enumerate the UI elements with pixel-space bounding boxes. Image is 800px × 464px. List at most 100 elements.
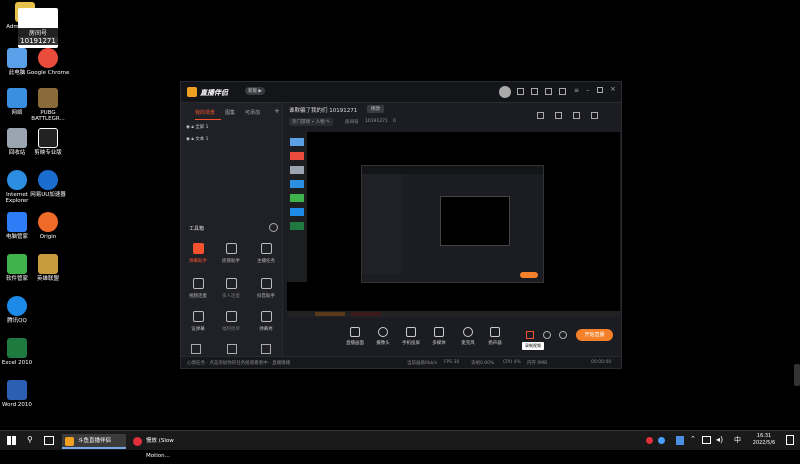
minimize-icon[interactable]: – xyxy=(586,86,590,94)
lock-icon[interactable]: 🔒︎ xyxy=(191,137,193,142)
phone-cast-button[interactable]: 手机投屏 xyxy=(398,327,424,346)
input-language[interactable]: 中 xyxy=(734,435,741,445)
tool-multi-link[interactable]: 多人连麦 xyxy=(220,278,242,299)
tool-partial-icon[interactable] xyxy=(261,344,271,354)
eye-icon[interactable]: ◉ xyxy=(186,137,190,142)
desktop-icon-label: PUBG BATTLEGR... xyxy=(31,110,65,122)
box-icon[interactable] xyxy=(537,112,544,119)
status-dropped: 丢帧0.00% xyxy=(471,361,495,366)
speaker-button[interactable]: 扬声器 xyxy=(482,327,508,346)
taskbar-item-slowmotion[interactable]: 慢放 (Slow Motion... xyxy=(130,434,194,459)
multi-link-icon xyxy=(225,278,237,289)
volume-icon[interactable]: ◂) xyxy=(716,435,723,444)
desktop-icon-label: 英雄联盟 xyxy=(36,276,59,282)
set-danmaku-icon xyxy=(192,311,204,322)
tool-set-danmaku[interactable]: 设弹幕 xyxy=(187,311,209,332)
share-icon[interactable] xyxy=(555,112,562,119)
microphone-button[interactable]: 麦克风 xyxy=(455,327,481,346)
lock-icon[interactable]: 🔒︎ xyxy=(191,125,193,130)
tool-label: 弹幕助手 xyxy=(189,259,207,264)
eye-icon[interactable]: ◉ xyxy=(186,125,190,130)
desktop-icon-origin[interactable]: Origin xyxy=(25,212,71,240)
status-tip: 心情任务 · 点击添加你的任务给观看者中 · 直播情绪 xyxy=(187,361,291,366)
desktop-icon-label: 网络 xyxy=(11,110,23,116)
scene-item[interactable]: ◉ 🔒︎ 文本 1 xyxy=(186,136,209,142)
bell-icon[interactable] xyxy=(573,112,580,119)
start-stream-button[interactable]: 开始直播 xyxy=(576,329,613,341)
app-logo-icon xyxy=(65,437,74,446)
desktop-icon-chrome[interactable]: Google Chrome xyxy=(25,48,71,76)
tray-app-icon[interactable] xyxy=(658,437,665,444)
nested-preview-window xyxy=(361,165,544,283)
settings-icon[interactable] xyxy=(591,112,598,119)
tray-app-icon[interactable] xyxy=(646,437,653,444)
tab-addable[interactable]: 可添加 xyxy=(245,109,260,116)
tool-welfare[interactable]: 福利抢单 xyxy=(220,311,242,332)
tool-douyin[interactable]: 抖音助手 xyxy=(255,278,277,299)
desktop-icon-excel[interactable]: Excel 2010 xyxy=(0,338,40,366)
computer-icon xyxy=(7,48,27,68)
gear-icon[interactable] xyxy=(559,331,567,339)
avatar[interactable] xyxy=(499,86,511,98)
network-icon[interactable] xyxy=(702,436,711,444)
shield-icon[interactable] xyxy=(676,436,684,445)
taskbar-item-streaming[interactable]: 斗鱼直播伴侣 xyxy=(62,434,126,449)
desktop-icon-uu[interactable]: 网易UU加速器 xyxy=(25,170,71,198)
desktop-icon-label: 腾讯QQ xyxy=(7,318,27,324)
message-icon[interactable] xyxy=(517,88,524,95)
tab-scenes[interactable]: 我的场景 xyxy=(195,109,215,116)
close-icon[interactable]: × xyxy=(610,85,616,93)
notification-icon[interactable] xyxy=(545,88,552,95)
bottom-tool-label: 手机投屏 xyxy=(402,341,420,346)
stream-preview[interactable] xyxy=(287,132,620,317)
task-view-icon[interactable] xyxy=(44,436,54,445)
record-video-icon[interactable] xyxy=(526,331,534,339)
tool-partial-icon[interactable] xyxy=(191,344,201,354)
eye-preview-icon[interactable] xyxy=(543,331,551,339)
microphone-icon xyxy=(463,327,473,337)
windows-start-icon[interactable] xyxy=(7,436,16,445)
version-badge[interactable]: 新版 ▶ xyxy=(245,87,265,95)
camera-icon xyxy=(378,327,388,337)
side-handle[interactable] xyxy=(794,364,800,386)
desktop-icon-label: Excel 2010 xyxy=(1,360,33,366)
desktop-icon-capcut[interactable]: 剪映专业版 xyxy=(25,128,71,156)
menu-icon[interactable]: ≡ xyxy=(574,87,579,94)
tab-gallery[interactable]: 图集 xyxy=(225,109,235,116)
tool-danmaku[interactable]: 弹幕助手 xyxy=(187,243,209,264)
chevron-up-icon[interactable]: ⌃ xyxy=(690,435,696,443)
app-logo-icon xyxy=(187,87,197,97)
category-tag[interactable]: 热门游戏 ∙ 人物 ✎ xyxy=(289,118,333,126)
scene-item[interactable]: ◉ 🔒︎ 全屏 1 xyxy=(186,124,209,130)
desktop-icon-lol[interactable]: 英雄联盟 xyxy=(25,254,71,282)
media-button[interactable]: 多媒体 xyxy=(426,327,452,346)
maximize-icon[interactable] xyxy=(597,87,603,93)
gift-icon[interactable] xyxy=(531,88,538,95)
monitor-icon xyxy=(350,327,360,337)
edit-button[interactable]: 修改 xyxy=(367,105,384,113)
tool-tasks[interactable]: 主播任务 xyxy=(255,243,277,264)
excel-icon xyxy=(7,338,27,358)
tool-room-manager[interactable]: 房管助手 xyxy=(220,243,242,264)
tool-partial-icon[interactable] xyxy=(227,344,237,354)
tool-danmaku-show[interactable]: 弹幕秀 xyxy=(255,311,277,332)
clock[interactable]: 16:31 2022/5/6 xyxy=(748,433,780,447)
scene-label: 文本 1 xyxy=(195,137,209,142)
app-titlebar: 直播伴侣 新版 ▶ ≡ – × xyxy=(181,82,621,103)
danmaku-icon xyxy=(192,243,204,254)
qq-penguin-icon xyxy=(7,296,27,316)
desktop-icon-label: 此电脑 xyxy=(8,70,26,76)
search-icon[interactable]: ⚲ xyxy=(27,435,33,444)
add-scene-button[interactable]: + xyxy=(274,107,280,115)
screen-capture-button[interactable]: 直播画面 xyxy=(342,327,368,346)
more-tools-icon[interactable] xyxy=(269,223,278,232)
notification-center-icon[interactable] xyxy=(786,435,794,445)
toolbox-header: 工具箱 xyxy=(189,226,205,232)
desktop-icon-qq[interactable]: 腾讯QQ xyxy=(0,296,40,324)
skin-icon[interactable] xyxy=(559,88,566,95)
desktop-icon-word[interactable]: Word 2010 xyxy=(0,380,40,408)
desktop-icon-pubg[interactable]: PUBG BATTLEGR... xyxy=(25,88,71,122)
tool-label: 福利抢单 xyxy=(222,327,240,332)
tool-video-link[interactable]: 视频连麦 xyxy=(187,278,209,299)
camera-button[interactable]: 摄像头 xyxy=(370,327,396,346)
